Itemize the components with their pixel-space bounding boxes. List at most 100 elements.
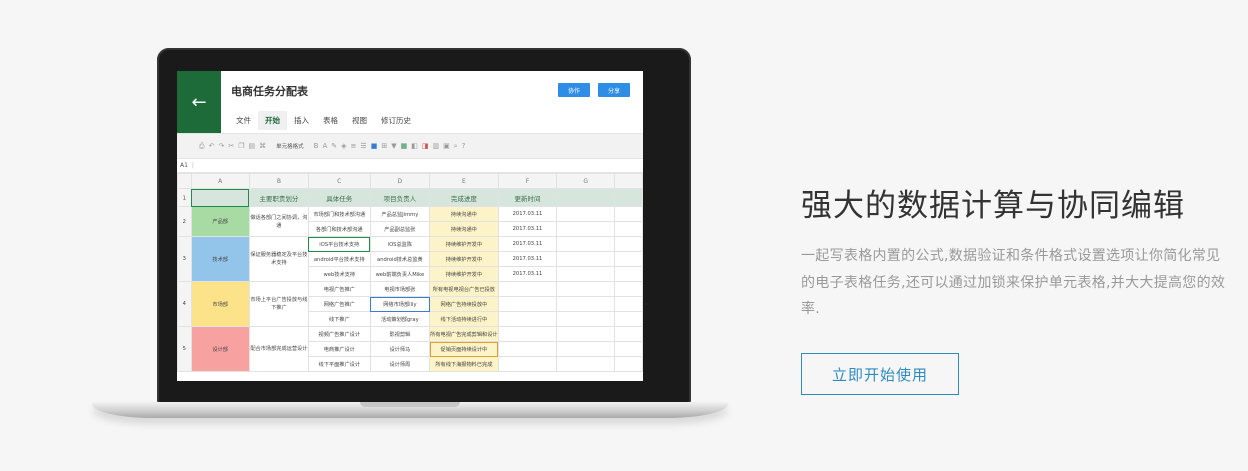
- format-painter-icon[interactable]: ⌘: [259, 142, 266, 150]
- collab-button[interactable]: 协作: [558, 83, 590, 97]
- cell-a1[interactable]: [190, 188, 250, 207]
- menu-table[interactable]: 表格: [316, 111, 345, 130]
- col-header-a[interactable]: A: [190, 173, 250, 189]
- redo-icon[interactable]: ↷: [218, 142, 224, 150]
- date-cell[interactable]: 2017.03.11: [497, 236, 558, 252]
- paste-icon[interactable]: ▤: [249, 142, 256, 150]
- menu-history[interactable]: 修订历史: [374, 111, 418, 130]
- dept-cell[interactable]: 市场部: [190, 281, 250, 327]
- fill-icon[interactable]: ◈: [341, 142, 346, 150]
- col-header-d[interactable]: D: [369, 173, 431, 189]
- duty-cell[interactable]: 配合市场部完成运营设计: [248, 326, 309, 372]
- progress-cell[interactable]: 持续维护开发中: [429, 251, 499, 267]
- menu-insert[interactable]: 插入: [287, 111, 316, 130]
- date-cell[interactable]: [497, 281, 558, 297]
- font-color-icon[interactable]: A: [322, 142, 327, 150]
- chart-icon[interactable]: ▣: [443, 142, 450, 150]
- col-header-b[interactable]: B: [248, 173, 309, 189]
- owner-cell[interactable]: 产品副总监张: [369, 221, 431, 237]
- owner-cell[interactable]: android技术总监黄: [369, 251, 431, 267]
- search-icon[interactable]: ⌕: [454, 142, 458, 151]
- menu-home[interactable]: 开始: [258, 111, 287, 130]
- format-select[interactable]: 单元格格式: [276, 142, 304, 150]
- duty-cell[interactable]: 保证服务器稳定及平台技术支持: [248, 236, 309, 282]
- duty-cell[interactable]: 做话各部门之间协调，沟通: [248, 206, 309, 237]
- menu-file[interactable]: 文件: [229, 111, 258, 130]
- header-cell[interactable]: 项目负责人: [369, 188, 431, 207]
- cut-icon[interactable]: ✂: [228, 142, 234, 150]
- header-cell[interactable]: 完成进度: [429, 188, 499, 207]
- date-cell[interactable]: 2017.03.11: [497, 266, 558, 282]
- formula-bar[interactable]: A1 |: [177, 159, 643, 173]
- progress-cell[interactable]: 所有电视广告完成剪辑和设计: [429, 326, 499, 342]
- owner-cell[interactable]: 活动策划部gray: [369, 311, 431, 327]
- col-header-g[interactable]: G: [556, 173, 616, 189]
- task-cell[interactable]: 电视广告推广: [307, 281, 371, 297]
- progress-cell[interactable]: 线下活动持续进行中: [429, 311, 499, 327]
- date-cell[interactable]: [497, 341, 558, 357]
- header-cell[interactable]: 更新时间: [497, 188, 558, 207]
- progress-cell[interactable]: 所有线下海报物料已完成: [429, 356, 499, 372]
- progress-cell[interactable]: 持续沟通中: [429, 206, 499, 222]
- copy-icon[interactable]: ❐: [238, 142, 244, 150]
- task-cell[interactable]: 线下平面推广设计: [307, 356, 371, 372]
- date-cell[interactable]: [497, 296, 558, 312]
- progress-cell[interactable]: 持续维护开发中: [429, 266, 499, 282]
- menu-view[interactable]: 视图: [345, 111, 374, 130]
- date-cell[interactable]: 2017.03.11: [497, 251, 558, 267]
- progress-cell[interactable]: 网络广告持续投放中: [429, 296, 499, 312]
- dept-cell[interactable]: 技术部: [190, 236, 250, 282]
- task-cell[interactable]: iOS平台技术支持: [307, 236, 371, 252]
- start-button[interactable]: 立即开始使用: [801, 353, 959, 395]
- owner-cell[interactable]: 影视剪辑: [369, 326, 431, 342]
- task-cell[interactable]: 电商推广设计: [307, 341, 371, 357]
- header-cell[interactable]: 主要职责划分: [248, 188, 309, 207]
- date-cell[interactable]: [497, 311, 558, 327]
- owner-cell[interactable]: 网络市场部lily: [369, 296, 431, 312]
- date-cell[interactable]: [497, 356, 558, 372]
- progress-cell[interactable]: 所有电视电视台广告已投放: [429, 281, 499, 297]
- header-cell[interactable]: 具体任务: [307, 188, 371, 207]
- date-cell[interactable]: [497, 326, 558, 342]
- owner-cell[interactable]: 产品总监Jimmy: [369, 206, 431, 222]
- col-header-f[interactable]: F: [497, 173, 558, 189]
- task-cell[interactable]: android平台技术支持: [307, 251, 371, 267]
- task-cell[interactable]: 线下推广: [307, 311, 371, 327]
- date-cell[interactable]: 2017.03.11: [497, 221, 558, 237]
- align-icon[interactable]: ≡: [351, 142, 357, 150]
- owner-cell[interactable]: 设计师马: [369, 341, 431, 357]
- undo-icon[interactable]: ↶: [209, 142, 215, 150]
- date-cell[interactable]: 2017.03.11: [497, 206, 558, 222]
- row-number[interactable]: 2: [177, 206, 192, 237]
- freeze-icon[interactable]: ▥: [432, 142, 439, 150]
- col-header-c[interactable]: C: [307, 173, 371, 189]
- table-icon[interactable]: ▦: [401, 142, 408, 150]
- row-number[interactable]: 3: [177, 236, 192, 282]
- dept-cell[interactable]: 设计部: [190, 326, 250, 372]
- filter-icon[interactable]: ▼: [391, 142, 396, 150]
- condition-icon[interactable]: ◨: [422, 142, 429, 150]
- valign-icon[interactable]: ☰: [360, 142, 366, 150]
- share-button[interactable]: 分享: [598, 83, 630, 97]
- color-icon[interactable]: ■: [371, 142, 378, 150]
- task-cell[interactable]: 市场部门和技术部沟通: [307, 206, 371, 222]
- help-icon[interactable]: ?: [462, 142, 466, 150]
- owner-cell[interactable]: 电视市场部张: [369, 281, 431, 297]
- task-cell[interactable]: 视频广告推广设计: [307, 326, 371, 342]
- row-number[interactable]: 5: [177, 326, 192, 372]
- merge-icon[interactable]: ◧: [411, 142, 418, 150]
- bold-icon[interactable]: B: [314, 142, 319, 150]
- owner-cell[interactable]: iOS总监陈: [369, 236, 431, 252]
- progress-cell[interactable]: 持续沟通中: [429, 221, 499, 237]
- owner-cell[interactable]: web前端负责人Mike: [369, 266, 431, 282]
- border-icon[interactable]: ⊞: [381, 142, 387, 150]
- print-icon[interactable]: ⎙: [199, 142, 205, 151]
- task-cell[interactable]: 各部门和技术部沟通: [307, 221, 371, 237]
- spreadsheet-grid[interactable]: A B C D E F G 1 主要职责划分 具体任务 项目负责人 完成进度 更…: [177, 173, 643, 372]
- col-header-e[interactable]: E: [429, 173, 499, 189]
- task-cell[interactable]: web技术支持: [307, 266, 371, 282]
- owner-cell[interactable]: 设计师周: [369, 356, 431, 372]
- progress-cell[interactable]: 促销页面持续设计中: [429, 341, 499, 357]
- pen-icon[interactable]: ✎: [331, 142, 337, 150]
- duty-cell[interactable]: 市场上平台广告投放与线下推广: [248, 281, 309, 327]
